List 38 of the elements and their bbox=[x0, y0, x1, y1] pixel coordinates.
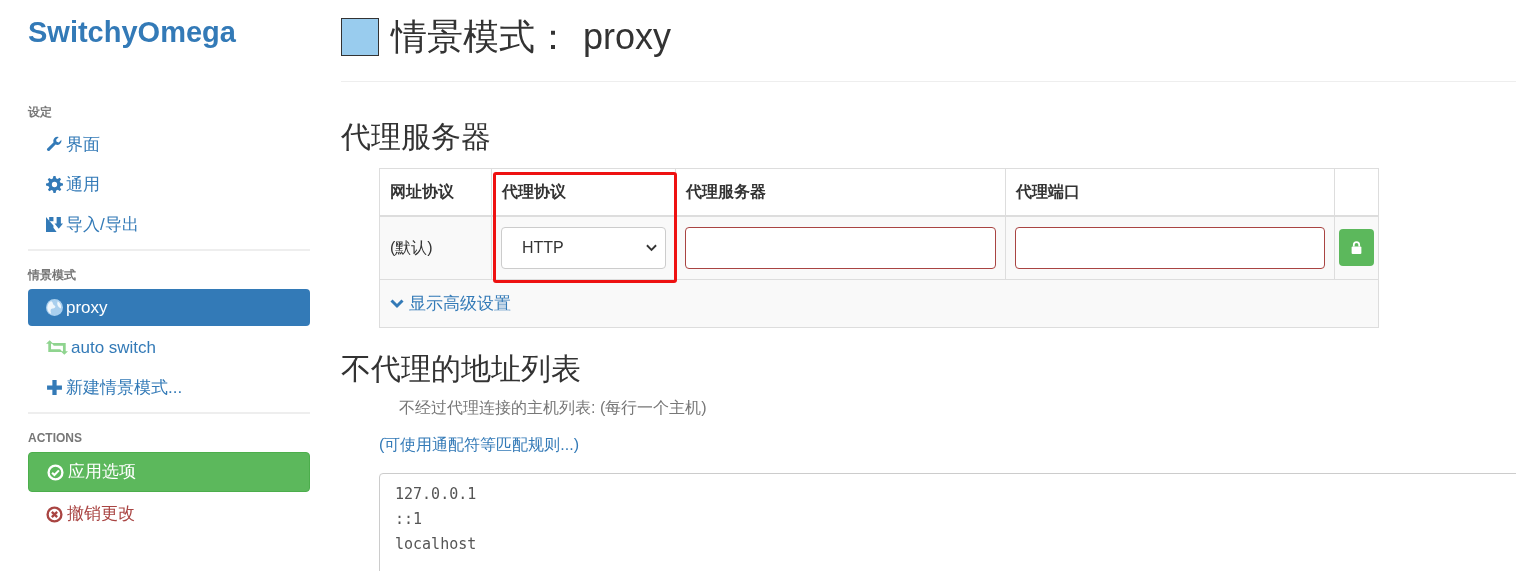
wrench-icon bbox=[46, 136, 63, 153]
chevron-down-icon bbox=[390, 298, 404, 309]
gear-icon bbox=[46, 176, 63, 193]
hosts-textarea[interactable]: 127.0.0.1 ::1 localhost bbox=[379, 473, 1516, 571]
sidebar-item[interactable]: 导入/导出 bbox=[28, 206, 310, 243]
description-text: 不经过代理连接的主机列表: (每行一个主机) bbox=[399, 398, 708, 418]
help-link[interactable]: (可使用通配符等匹配规则...) bbox=[379, 434, 1516, 456]
sidebar-item[interactable]: auto switch bbox=[28, 329, 310, 366]
advanced-settings-link[interactable]: 显示高级设置 bbox=[390, 290, 511, 317]
sidebar-item[interactable]: 通用 bbox=[28, 166, 310, 203]
column-header: 代理服务器 bbox=[675, 168, 1006, 216]
discard-button[interactable]: 撤销更改 bbox=[28, 494, 310, 534]
lock-icon bbox=[1350, 241, 1363, 255]
section-header: ACTIONS bbox=[28, 430, 83, 446]
close-circle-icon bbox=[46, 505, 63, 523]
sidebar-item[interactable]: 界面 bbox=[28, 126, 310, 163]
column-header: 网址协议 bbox=[379, 168, 492, 216]
page-title: 情景模式： proxy bbox=[391, 15, 672, 59]
profile-color-swatch[interactable] bbox=[341, 18, 379, 56]
section-header: 情景模式 bbox=[28, 267, 77, 283]
sidebar-item[interactable]: proxy bbox=[28, 289, 310, 326]
apply-button[interactable]: 应用选项 bbox=[28, 452, 310, 492]
sidebar-item[interactable]: 新建情景模式... bbox=[28, 369, 310, 406]
repeat-icon bbox=[46, 339, 68, 356]
section-heading: 代理服务器 bbox=[341, 119, 492, 155]
section-header: 设定 bbox=[28, 104, 53, 120]
globe-icon bbox=[46, 299, 63, 316]
column-header: 代理端口 bbox=[1005, 168, 1335, 216]
port-input[interactable] bbox=[1015, 226, 1325, 269]
protocol-select[interactable]: HTTP bbox=[501, 226, 666, 269]
server-input[interactable] bbox=[685, 226, 996, 269]
app-logo[interactable]: SwitchyOmega bbox=[28, 14, 310, 50]
column-header: 代理协议 bbox=[491, 168, 676, 216]
chevron-down-icon bbox=[646, 243, 657, 252]
plus-icon bbox=[46, 379, 63, 396]
section-heading: 不代理的地址列表 bbox=[341, 351, 582, 387]
table-cell: (默认) bbox=[379, 215, 492, 280]
check-circle-icon bbox=[47, 463, 64, 481]
